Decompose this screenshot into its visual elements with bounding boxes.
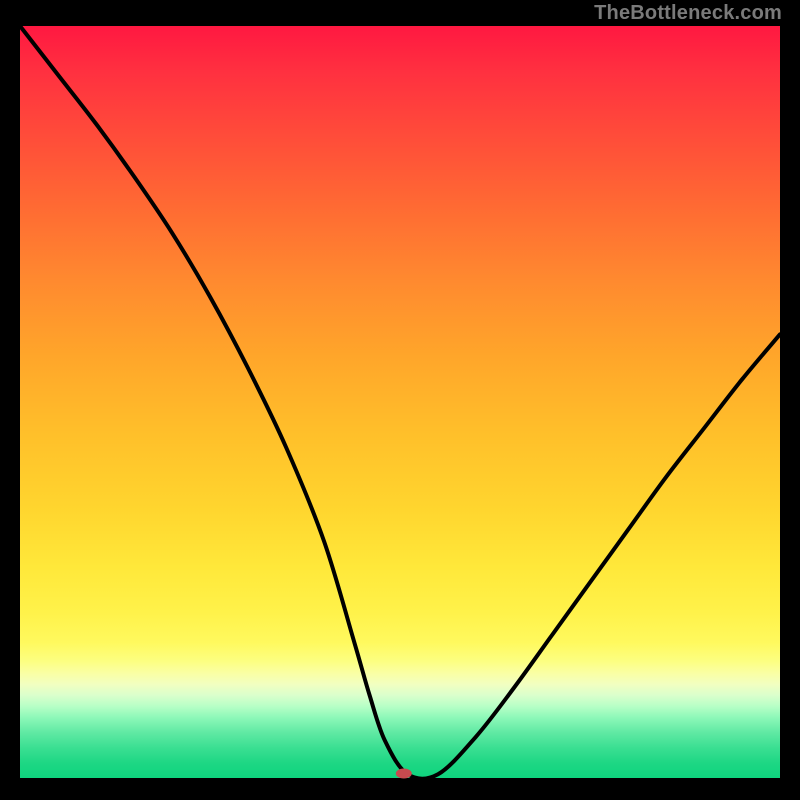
chart-frame: TheBottleneck.com — [0, 0, 800, 800]
plot-area — [20, 26, 780, 778]
bottleneck-chart — [20, 26, 780, 778]
minimum-marker — [396, 768, 412, 778]
watermark-text: TheBottleneck.com — [594, 2, 782, 25]
bottleneck-curve — [20, 26, 780, 779]
